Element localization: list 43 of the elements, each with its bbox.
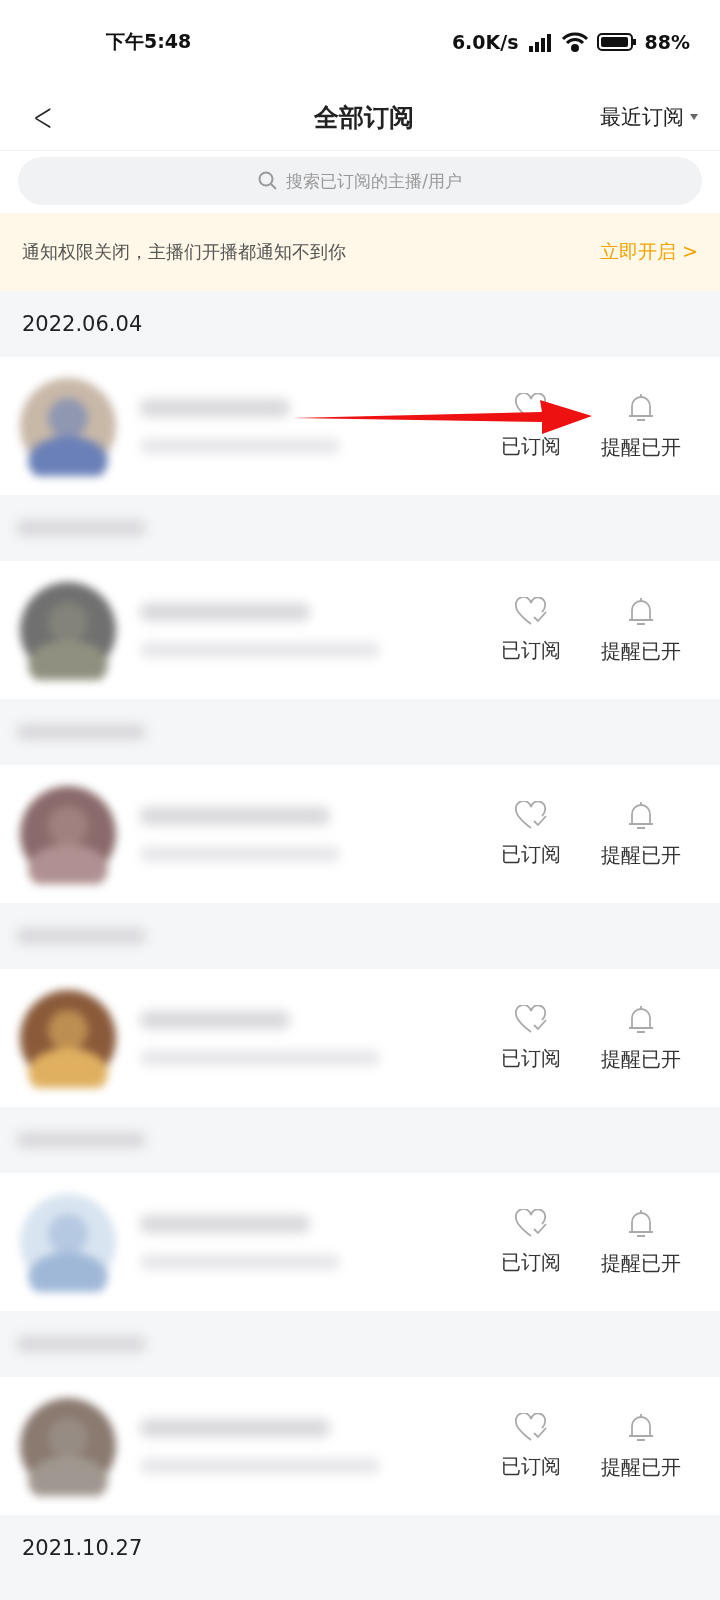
subscription-row[interactable]: 已订阅 提醒已开 [0,561,720,699]
network-speed: 6.0K/s [451,31,519,53]
date-header: 2021.10.27 [21,1535,144,1562]
heart-check-icon [514,1208,548,1239]
subscribed-button[interactable]: 已订阅 [476,1412,586,1480]
battery-icon [596,32,637,52]
sort-dropdown[interactable]: 最近订阅 [600,103,698,131]
bell-icon [626,799,656,832]
bell-icon [626,1411,656,1444]
subscription-row[interactable]: 已订阅 提醒已开 [0,765,720,903]
subscription-row[interactable]: 已订阅 提醒已开 [0,357,720,495]
date-header: 2022.06.04 [21,311,144,338]
reminder-button[interactable]: 提醒已开 [586,1003,696,1073]
search-placeholder: 搜索已订阅的主播/用户 [286,169,462,193]
back-button[interactable]: < [27,94,58,140]
search-icon [258,171,279,191]
reminder-button[interactable]: 提醒已开 [586,1411,696,1481]
subscribed-button[interactable]: 已订阅 [476,1208,586,1276]
heart-check-icon [514,596,548,627]
subscription-row[interactable]: 已订阅 提醒已开 [0,969,720,1107]
bell-icon [626,391,656,424]
reminder-button[interactable]: 提醒已开 [586,595,696,665]
signal-icon [526,32,553,52]
bell-icon [626,595,656,628]
heart-check-icon [514,800,548,831]
subscription-row[interactable]: 已订阅 提醒已开 [0,1173,720,1311]
reminder-button[interactable]: 提醒已开 [586,1207,696,1277]
subscribed-button[interactable]: 已订阅 [476,800,586,868]
subscription-row[interactable]: 已订阅 提醒已开 [0,1377,720,1515]
caret-icon [690,114,698,120]
page-title: 全部订阅 [312,101,415,134]
battery-percent: 88% [644,31,690,53]
subscribed-button[interactable]: 已订阅 [476,596,586,664]
heart-check-icon [514,1412,548,1443]
reminder-button[interactable]: 提醒已开 [586,391,696,461]
subscribed-button[interactable]: 已订阅 [476,1004,586,1072]
status-time: 下午5:48 [106,29,192,54]
bell-icon [626,1003,656,1036]
reminder-button[interactable]: 提醒已开 [586,799,696,869]
heart-check-icon [514,1004,548,1035]
wifi-icon [560,32,589,52]
bell-icon [626,1207,656,1240]
notice-text: 通知权限关闭，主播们开播都通知不到你 [22,240,346,264]
